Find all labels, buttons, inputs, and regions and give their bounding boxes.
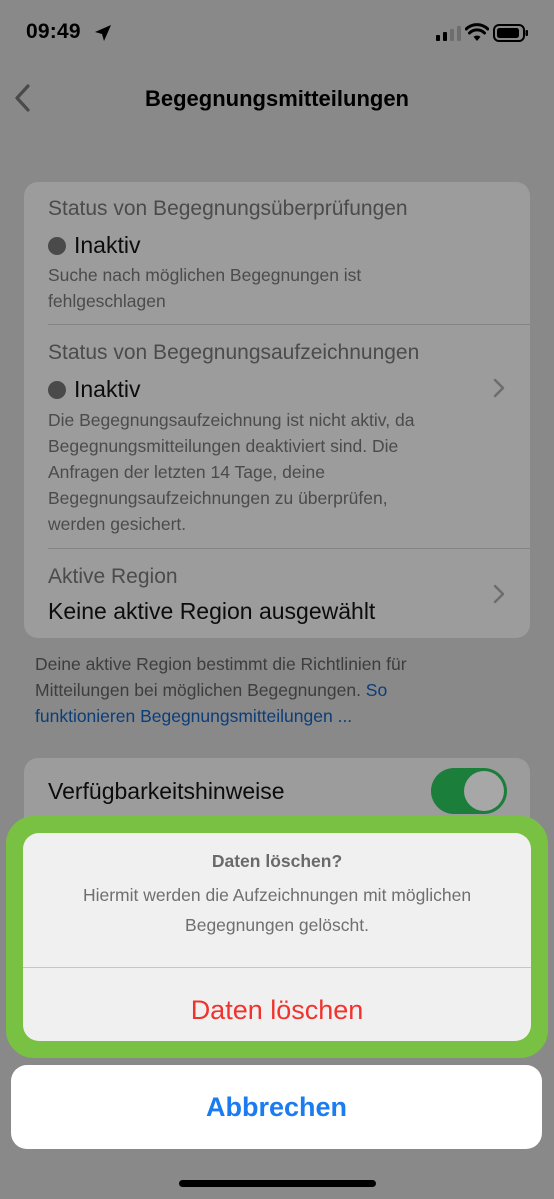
cellular-signal-icon bbox=[436, 26, 461, 41]
availability-label: Verfügbarkeitshinweise bbox=[48, 778, 285, 804]
record-status-label: Status von Begegnungsaufzeichnungen bbox=[48, 341, 420, 364]
check-status-label: Status von Begegnungsüberprüfungen bbox=[48, 197, 408, 220]
divider bbox=[23, 967, 531, 968]
region-footer-text: Deine aktive Region bestimmt die Richtli… bbox=[35, 651, 515, 729]
chevron-right-icon bbox=[493, 584, 505, 604]
location-arrow-icon bbox=[95, 25, 111, 41]
availability-toggle[interactable] bbox=[431, 768, 507, 814]
check-status-value-row: Inaktiv bbox=[48, 232, 140, 259]
record-status-value-row: Inaktiv bbox=[48, 376, 140, 403]
status-time: 09:49 bbox=[26, 20, 81, 43]
check-status-description: Suche nach möglichen Begegnungen ist feh… bbox=[48, 265, 362, 311]
inactive-dot-icon bbox=[48, 380, 66, 399]
action-sheet-title: Daten löschen? bbox=[211, 851, 343, 871]
inactive-dot-icon bbox=[48, 236, 66, 255]
check-status-value: Inaktiv bbox=[74, 232, 141, 258]
record-status-value: Inaktiv bbox=[74, 376, 141, 402]
action-sheet-message: Hiermit werden die Aufzeichnungen mit mö… bbox=[82, 885, 472, 935]
toggle-knob bbox=[464, 771, 504, 811]
page-title: Begegnungsmitteilungen bbox=[145, 86, 409, 111]
cancel-button[interactable]: Abbrechen bbox=[11, 1065, 542, 1149]
how-it-works-link[interactable]: So bbox=[366, 680, 387, 700]
chevron-right-icon bbox=[493, 378, 505, 398]
home-indicator bbox=[179, 1180, 376, 1187]
wifi-icon bbox=[465, 23, 489, 41]
how-it-works-link[interactable]: funktionieren Begegnungsmitteilungen ... bbox=[35, 703, 515, 729]
record-status-description: Die Begegnungsaufzeichnung ist nicht akt… bbox=[48, 410, 415, 534]
battery-icon bbox=[493, 24, 528, 42]
active-region-label: Aktive Region bbox=[48, 565, 178, 588]
delete-data-button[interactable]: Daten löschen bbox=[23, 980, 531, 1040]
active-region-value: Keine aktive Region ausgewählt bbox=[48, 598, 376, 624]
